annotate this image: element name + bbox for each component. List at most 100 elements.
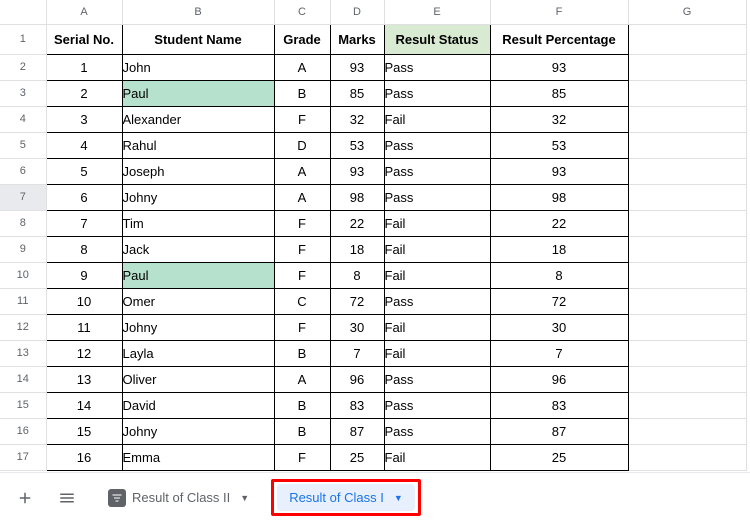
cell[interactable] [628, 392, 746, 418]
cell[interactable]: 9 [46, 262, 122, 288]
cell[interactable]: F [274, 106, 330, 132]
cell[interactable] [628, 184, 746, 210]
cell[interactable]: B [274, 340, 330, 366]
cell[interactable] [628, 132, 746, 158]
column-header-D[interactable]: D [330, 0, 384, 24]
column-header-A[interactable]: A [46, 0, 122, 24]
cell[interactable] [628, 366, 746, 392]
cell[interactable]: Johny [122, 184, 274, 210]
row-header[interactable]: 3 [0, 80, 46, 106]
cell[interactable]: 93 [490, 54, 628, 80]
cell[interactable]: Layla [122, 340, 274, 366]
cell[interactable]: B [274, 80, 330, 106]
cell[interactable]: Pass [384, 288, 490, 314]
cell[interactable]: Fail [384, 262, 490, 288]
cell[interactable]: Jack [122, 236, 274, 262]
cell[interactable]: 53 [330, 132, 384, 158]
cell[interactable]: 32 [490, 106, 628, 132]
cell[interactable]: C [274, 288, 330, 314]
cell[interactable] [628, 106, 746, 132]
header-cell-serial[interactable]: Serial No. [46, 24, 122, 54]
cell[interactable]: Pass [384, 184, 490, 210]
cell[interactable]: Fail [384, 444, 490, 470]
add-sheet-button[interactable] [12, 485, 38, 511]
row-header[interactable]: 8 [0, 210, 46, 236]
row-header[interactable]: 12 [0, 314, 46, 340]
cell[interactable]: 93 [330, 54, 384, 80]
cell[interactable]: A [274, 184, 330, 210]
header-cell-marks[interactable]: Marks [330, 24, 384, 54]
cell[interactable]: F [274, 262, 330, 288]
cell[interactable]: 93 [490, 158, 628, 184]
cell[interactable]: 15 [46, 418, 122, 444]
cell[interactable]: 4 [46, 132, 122, 158]
cell[interactable]: John [122, 54, 274, 80]
cell[interactable]: 30 [490, 314, 628, 340]
cell[interactable]: Fail [384, 210, 490, 236]
cell[interactable] [628, 210, 746, 236]
sheet-tab-result-class-1[interactable]: Result of Class I ▼ [277, 484, 415, 511]
cell[interactable]: Omer [122, 288, 274, 314]
cell[interactable]: 16 [46, 444, 122, 470]
cell[interactable] [628, 236, 746, 262]
row-header[interactable]: 10 [0, 262, 46, 288]
cell[interactable]: D [274, 132, 330, 158]
cell[interactable]: Pass [384, 366, 490, 392]
spreadsheet-grid[interactable]: ABCDEFG1Serial No.Student NameGradeMarks… [0, 0, 750, 471]
cell[interactable]: 98 [490, 184, 628, 210]
cell[interactable]: David [122, 392, 274, 418]
cell[interactable]: A [274, 366, 330, 392]
cell[interactable] [628, 418, 746, 444]
cell[interactable]: A [274, 54, 330, 80]
column-header-G[interactable]: G [628, 0, 746, 24]
cell[interactable]: 85 [330, 80, 384, 106]
cell[interactable]: 8 [46, 236, 122, 262]
cell[interactable]: 85 [490, 80, 628, 106]
row-header[interactable]: 7 [0, 184, 46, 210]
row-header[interactable]: 1 [0, 24, 46, 54]
cell[interactable]: Alexander [122, 106, 274, 132]
row-header[interactable]: 16 [0, 418, 46, 444]
cell[interactable]: 87 [330, 418, 384, 444]
cell[interactable]: 72 [330, 288, 384, 314]
cell[interactable]: 22 [330, 210, 384, 236]
row-header[interactable]: 5 [0, 132, 46, 158]
select-all-corner[interactable] [0, 0, 46, 24]
cell[interactable]: 83 [330, 392, 384, 418]
header-cell-percent[interactable]: Result Percentage [490, 24, 628, 54]
cell[interactable]: 32 [330, 106, 384, 132]
cell[interactable]: 6 [46, 184, 122, 210]
cell[interactable]: Paul [122, 80, 274, 106]
cell[interactable]: 22 [490, 210, 628, 236]
cell[interactable]: A [274, 158, 330, 184]
cell[interactable]: 25 [490, 444, 628, 470]
cell[interactable]: 72 [490, 288, 628, 314]
cell[interactable]: Fail [384, 236, 490, 262]
row-header[interactable]: 9 [0, 236, 46, 262]
header-cell-student[interactable]: Student Name [122, 24, 274, 54]
cell[interactable]: 11 [46, 314, 122, 340]
cell[interactable]: Oliver [122, 366, 274, 392]
cell[interactable]: Pass [384, 158, 490, 184]
cell[interactable]: 87 [490, 418, 628, 444]
cell[interactable]: F [274, 236, 330, 262]
cell[interactable] [628, 314, 746, 340]
row-header[interactable]: 4 [0, 106, 46, 132]
cell[interactable]: 7 [490, 340, 628, 366]
cell[interactable]: Johny [122, 418, 274, 444]
cell[interactable]: Pass [384, 54, 490, 80]
cell[interactable] [628, 340, 746, 366]
cell[interactable]: 83 [490, 392, 628, 418]
cell[interactable] [628, 288, 746, 314]
cell[interactable]: 13 [46, 366, 122, 392]
cell[interactable]: Rahul [122, 132, 274, 158]
cell[interactable] [628, 158, 746, 184]
cell[interactable]: 98 [330, 184, 384, 210]
cell[interactable]: 7 [330, 340, 384, 366]
cell[interactable]: B [274, 392, 330, 418]
column-header-E[interactable]: E [384, 0, 490, 24]
cell[interactable]: Johny [122, 314, 274, 340]
cell[interactable]: 5 [46, 158, 122, 184]
row-header[interactable]: 11 [0, 288, 46, 314]
cell[interactable]: 96 [490, 366, 628, 392]
